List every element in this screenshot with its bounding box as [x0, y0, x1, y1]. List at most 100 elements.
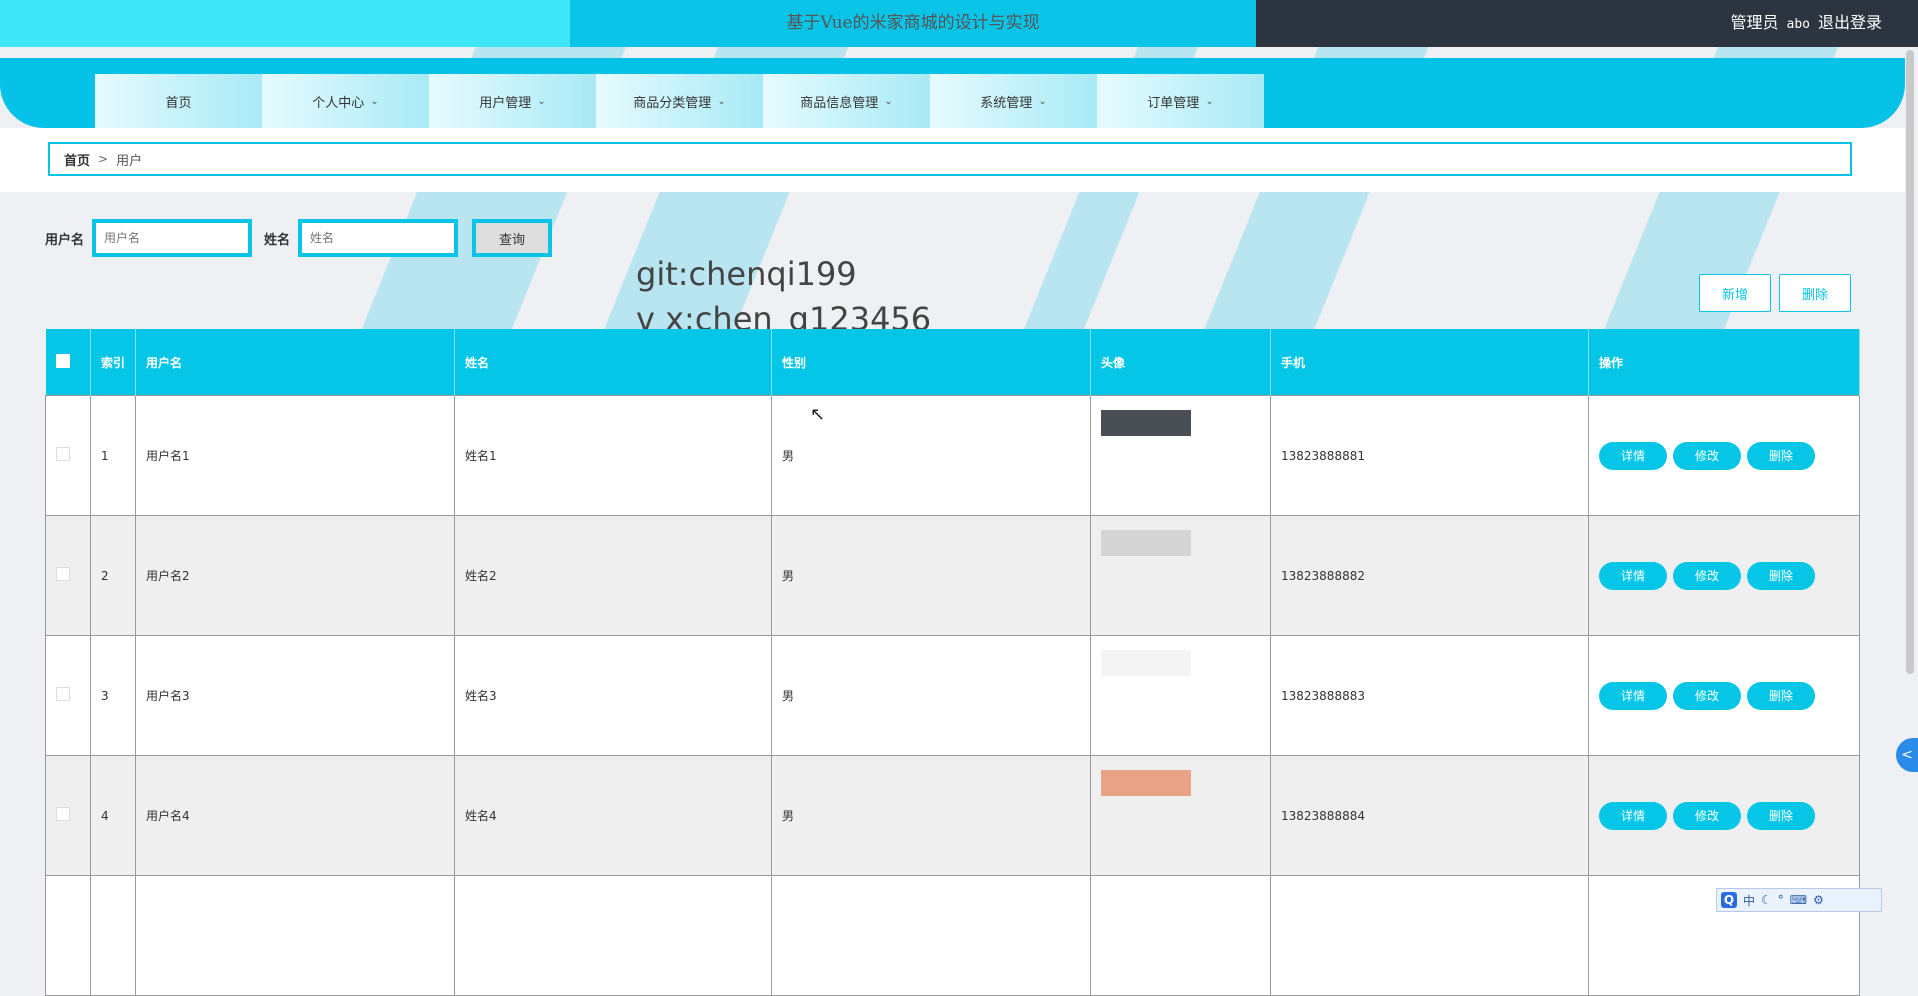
name-label: 姓名	[264, 232, 291, 248]
name-cell	[454, 875, 772, 996]
actions-cell: 详情 修改 删除	[1588, 635, 1860, 756]
row-checkbox[interactable]	[56, 807, 70, 821]
query-button[interactable]: 查询	[472, 219, 553, 257]
detail-button[interactable]: 详情	[1599, 561, 1667, 590]
main-nav: 首页 个人中心 ⌄ 用户管理 ⌄ 商品分类管理 ⌄ 商品信息管理 ⌄ 系统管理 ⌄ 订单管…	[95, 74, 1264, 128]
index-cell	[90, 875, 136, 996]
row-select-cell	[45, 875, 91, 996]
phone-cell: 13823888881	[1270, 395, 1589, 516]
row-select-cell	[45, 515, 91, 636]
delete-button[interactable]: 删除	[1747, 681, 1815, 710]
user-table: 索引 用户名 姓名 性别 头像 手机 操作 1 用户名1 姓名1 男 13823…	[45, 329, 1860, 996]
chevron-down-icon: ⌄	[370, 95, 379, 107]
table-header-row: 索引 用户名 姓名 性别 头像 手机 操作	[45, 329, 1860, 396]
logout-link[interactable]: 退出登录	[1818, 13, 1882, 32]
column-header: 索引	[90, 329, 136, 396]
detail-button[interactable]: 详情	[1599, 681, 1667, 710]
nav-item-label: 商品分类管理	[633, 95, 712, 111]
app-title: 基于Vue的米家商城的设计与实现	[786, 13, 1040, 33]
avatar-cell	[1090, 395, 1271, 516]
name-cell: 姓名1	[454, 395, 772, 516]
row-checkbox[interactable]	[56, 447, 70, 461]
punctuation-icon[interactable]: °	[1778, 893, 1784, 907]
select-all-checkbox[interactable]	[55, 353, 70, 368]
breadcrumb: 首页 > 用户	[48, 142, 1852, 176]
nav-item-personal-center[interactable]: 个人中心 ⌄	[262, 74, 429, 128]
delete-button[interactable]: 删除	[1747, 441, 1815, 470]
index-cell: 1	[90, 395, 136, 516]
ime-language-indicator[interactable]: 中	[1743, 892, 1755, 909]
row-checkbox[interactable]	[56, 567, 70, 581]
avatar	[1101, 529, 1191, 556]
nav-item-label: 用户管理	[479, 95, 532, 111]
avatar	[1101, 769, 1191, 796]
nav-item-order-management[interactable]: 订单管理 ⌄	[1097, 74, 1264, 128]
column-header: 性别	[771, 329, 1091, 396]
chevron-left-icon: <	[1901, 747, 1913, 763]
detail-button[interactable]: 详情	[1599, 801, 1667, 830]
username-search-input[interactable]	[92, 219, 253, 257]
select-all-header	[45, 329, 91, 396]
nav-item-home[interactable]: 首页	[95, 74, 262, 128]
gender-cell: 男	[771, 755, 1091, 876]
collapse-panel-button[interactable]: <	[1896, 738, 1918, 772]
delete-button[interactable]: 删除	[1747, 561, 1815, 590]
phone-cell	[1270, 875, 1589, 996]
actions-cell: 详情 修改 删除	[1588, 515, 1860, 636]
row-checkbox[interactable]	[56, 687, 70, 701]
index-cell: 4	[90, 755, 136, 876]
gender-cell	[771, 875, 1091, 996]
username-label: 用户名	[45, 232, 85, 248]
phone-cell: 13823888882	[1270, 515, 1589, 636]
chevron-down-icon: ⌄	[537, 95, 546, 107]
table-row: 2 用户名2 姓名2 男 13823888882 详情 修改 删除	[45, 515, 1860, 636]
top-bar-left	[0, 0, 570, 47]
column-header: 用户名	[135, 329, 455, 396]
avatar	[1101, 649, 1191, 676]
chevron-down-icon: ⌄	[884, 95, 893, 107]
gender-cell: 男	[771, 515, 1091, 636]
avatar-cell	[1090, 515, 1271, 636]
edit-button[interactable]: 修改	[1673, 801, 1741, 830]
column-header: 头像	[1090, 329, 1271, 396]
keyboard-icon[interactable]: ⌨	[1790, 893, 1807, 907]
add-button[interactable]: 新增	[1699, 274, 1771, 312]
chevron-down-icon: ⌄	[1205, 95, 1214, 107]
chevron-down-icon: ⌄	[1038, 95, 1047, 107]
table-row: 4 用户名4 姓名4 男 13823888884 详情 修改 删除	[45, 755, 1860, 876]
ime-toolbar[interactable]: Q 中 ☾ ° ⌨ ⚙	[1716, 888, 1882, 912]
edit-button[interactable]: 修改	[1673, 681, 1741, 710]
edit-button[interactable]: 修改	[1673, 441, 1741, 470]
moon-icon[interactable]: ☾	[1761, 893, 1772, 907]
phone-cell: 13823888883	[1270, 635, 1589, 756]
row-select-cell	[45, 635, 91, 756]
chevron-right-icon: >	[98, 152, 109, 166]
delete-button[interactable]: 删除	[1747, 801, 1815, 830]
top-bar: 基于Vue的米家商城的设计与实现 管理员 abo 退出登录	[0, 0, 1918, 47]
column-header: 操作	[1588, 329, 1860, 396]
nav-item-label: 个人中心	[312, 95, 365, 111]
breadcrumb-home[interactable]: 首页	[64, 150, 90, 169]
watermark-line: git:chenqi199	[636, 255, 857, 293]
nav-item-system-management[interactable]: 系统管理 ⌄	[930, 74, 1097, 128]
user-role: 管理员	[1730, 13, 1779, 32]
name-search-input[interactable]	[298, 219, 459, 257]
nav-item-user-management[interactable]: 用户管理 ⌄	[429, 74, 596, 128]
nav-item-product-management[interactable]: 商品信息管理 ⌄	[763, 74, 930, 128]
nav-item-label: 首页	[165, 95, 192, 111]
delete-selected-button[interactable]: 删除	[1779, 274, 1851, 312]
avatar	[1101, 409, 1191, 436]
username-cell: 用户名4	[135, 755, 455, 876]
username-cell: 用户名3	[135, 635, 455, 756]
page-scrollbar[interactable]	[1906, 50, 1914, 674]
chevron-down-icon: ⌄	[717, 95, 726, 107]
gender-cell: 男	[771, 635, 1091, 756]
actions-cell: 详情 修改 删除	[1588, 755, 1860, 876]
settings-icon[interactable]: ⚙	[1813, 893, 1824, 907]
avatar-cell	[1090, 755, 1271, 876]
nav-item-category-management[interactable]: 商品分类管理 ⌄	[596, 74, 763, 128]
detail-button[interactable]: 详情	[1599, 441, 1667, 470]
nav-item-label: 系统管理	[980, 95, 1033, 111]
edit-button[interactable]: 修改	[1673, 561, 1741, 590]
column-header: 手机	[1270, 329, 1589, 396]
